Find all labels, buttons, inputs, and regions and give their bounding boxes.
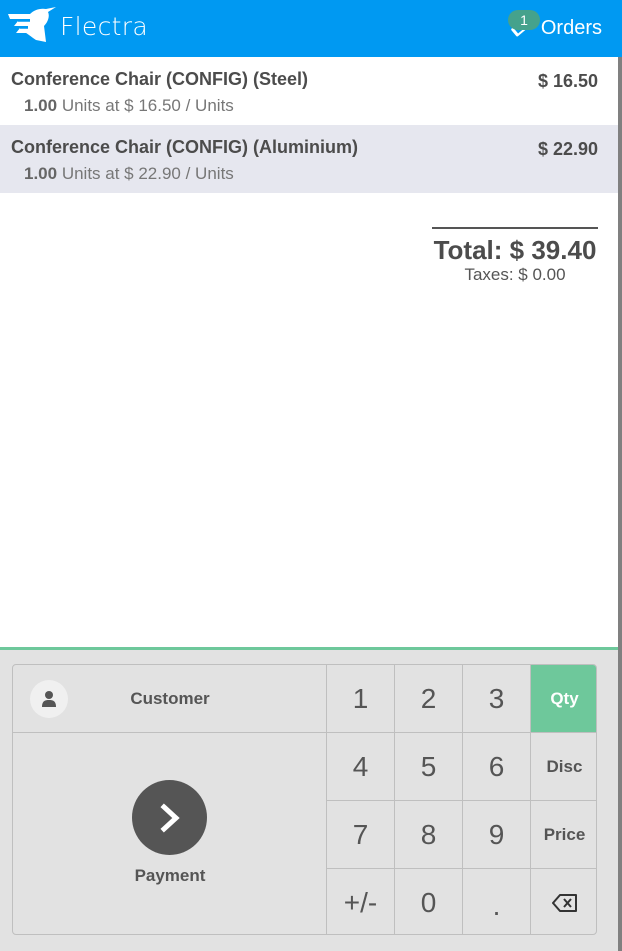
order-taxes: Taxes: $ 0.00 — [464, 265, 566, 284]
orderline-selected[interactable]: Conference Chair (CONFIG) (Aluminium) $ … — [0, 125, 618, 193]
numpad-key-1[interactable]: 1 — [327, 665, 395, 733]
brand-name: Flectra — [60, 11, 148, 41]
line-unit-info: Units at $ 16.50 / Units — [57, 96, 234, 115]
numpad-key-9[interactable]: 9 — [463, 801, 531, 869]
line-price: $ 22.90 — [537, 139, 598, 159]
control-pad: Customer Payment 1 2 3 Qty 4 5 6 Disc 7 … — [12, 664, 597, 935]
numpad-key-0[interactable]: 0 — [395, 869, 463, 934]
bird-logo-icon — [8, 7, 56, 42]
order-total: Total: $ 39.40 — [433, 235, 597, 265]
mode-qty-button[interactable]: Qty — [531, 665, 596, 733]
orderline[interactable]: Conference Chair (CONFIG) (Steel) $ 16.5… — [0, 57, 618, 125]
numpad: 1 2 3 Qty 4 5 6 Disc 7 8 9 Price +/- 0 . — [327, 665, 596, 934]
numpad-key-3[interactable]: 3 — [463, 665, 531, 733]
order-summary: Total: $ 39.40 Taxes: $ 0.00 — [432, 227, 598, 285]
orders-count-badge: 1 — [508, 10, 540, 30]
backspace-button[interactable] — [531, 869, 596, 934]
product-name: Conference Chair (CONFIG) (Aluminium) — [11, 137, 359, 157]
control-pad-area: Customer Payment 1 2 3 Qty 4 5 6 Disc 7 … — [0, 650, 618, 951]
numpad-key-decimal[interactable]: . — [463, 869, 531, 934]
numpad-key-5[interactable]: 5 — [395, 733, 463, 801]
mode-price-button[interactable]: Price — [531, 801, 596, 869]
customer-label: Customer — [130, 688, 210, 708]
line-quantity: 1.00 — [24, 96, 58, 115]
numpad-key-4[interactable]: 4 — [327, 733, 395, 801]
orders-label: Orders — [540, 16, 602, 39]
top-header: Flectra Orders 1 — [0, 0, 622, 57]
numpad-key-6[interactable]: 6 — [463, 733, 531, 801]
chevron-right-icon — [132, 780, 207, 855]
flectra-logo: Flectra — [6, 6, 148, 46]
mode-disc-button[interactable]: Disc — [531, 733, 596, 801]
numpad-key-2[interactable]: 2 — [395, 665, 463, 733]
line-unit-info: Units at $ 22.90 / Units — [57, 164, 234, 183]
numpad-key-plus-minus[interactable]: +/- — [327, 869, 395, 934]
line-quantity: 1.00 — [24, 164, 58, 183]
numpad-key-8[interactable]: 8 — [395, 801, 463, 869]
panel-divider — [618, 57, 622, 951]
line-info: 1.00 Units at $ 22.90 / Units — [24, 164, 598, 184]
order-panel: Conference Chair (CONFIG) (Steel) $ 16.5… — [0, 57, 618, 647]
line-info: 1.00 Units at $ 16.50 / Units — [24, 96, 598, 116]
product-name: Conference Chair (CONFIG) (Steel) — [11, 69, 309, 89]
numpad-key-7[interactable]: 7 — [327, 801, 395, 869]
payment-button[interactable]: Payment — [13, 733, 327, 934]
backspace-icon — [551, 893, 577, 912]
payment-label: Payment — [134, 866, 206, 885]
customer-button[interactable]: Customer — [13, 665, 327, 733]
line-price: $ 16.50 — [537, 71, 598, 91]
